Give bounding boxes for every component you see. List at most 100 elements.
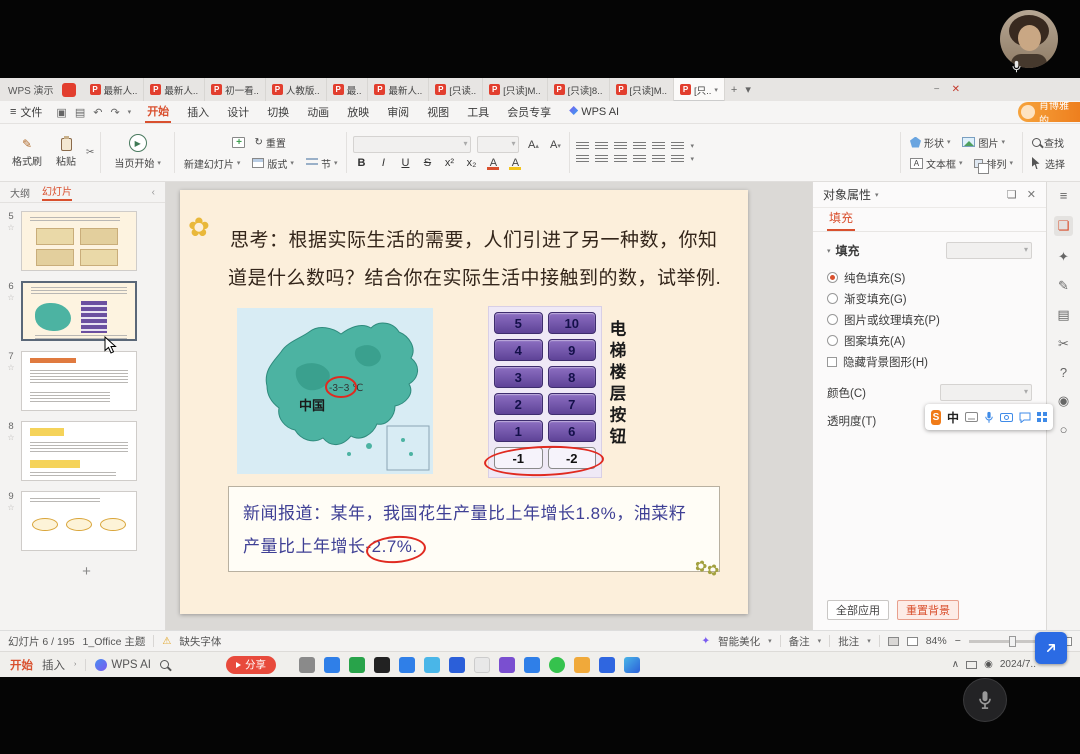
clock-date[interactable]: 2024/7..: [1000, 659, 1036, 670]
fill-preset-select[interactable]: [946, 242, 1032, 259]
rail-properties-icon[interactable]: ❏: [1054, 216, 1074, 236]
taskbar-app-icon[interactable]: [524, 657, 540, 673]
taskbar-search-icon[interactable]: [160, 660, 169, 669]
strikethrough-button[interactable]: S: [419, 157, 435, 169]
shapes-button[interactable]: 形状▾: [907, 134, 954, 151]
underline-button[interactable]: U: [397, 157, 413, 169]
taskbar-app-icon[interactable]: [424, 657, 440, 673]
tab-transition[interactable]: 切换: [265, 102, 291, 122]
redo-button[interactable]: ↷: [110, 106, 119, 119]
justify-icon[interactable]: [633, 155, 646, 164]
indent-increase-icon[interactable]: [633, 142, 646, 151]
apply-all-button[interactable]: 全部应用: [827, 600, 889, 620]
slide-6-thumbnail-selected[interactable]: [21, 281, 137, 341]
tab-wps-ai[interactable]: WPS AI: [567, 104, 621, 120]
tab-tools[interactable]: 工具: [465, 102, 491, 122]
format-painter-button[interactable]: ✎格式刷: [8, 136, 46, 169]
textbox-button[interactable]: A文本框▾: [907, 155, 966, 172]
option-solid-fill[interactable]: 纯色填充(S): [827, 267, 1032, 288]
taskbar-app-icon[interactable]: [574, 657, 590, 673]
italic-button[interactable]: I: [375, 157, 391, 169]
taskbar-app-icon[interactable]: [449, 657, 465, 673]
zoom-slider[interactable]: [969, 640, 1039, 643]
tab-insert[interactable]: 插入: [185, 102, 211, 122]
smart-beautify-button[interactable]: 智能美化: [718, 634, 760, 649]
pin-panel-icon[interactable]: ❏: [1007, 188, 1017, 201]
save-icon[interactable]: ▣: [56, 106, 66, 119]
close-panel-icon[interactable]: ✕: [1027, 188, 1036, 201]
highlight-color-button[interactable]: A: [507, 157, 523, 169]
add-slide-button[interactable]: +: [4, 561, 159, 580]
tab-home[interactable]: 开始: [145, 101, 171, 123]
document-tab-active[interactable]: P[只..▾: [674, 78, 725, 101]
select-button[interactable]: 选择: [1029, 155, 1068, 172]
taskbar-app-icon[interactable]: [499, 657, 515, 673]
wps-s-logo-icon[interactable]: S: [931, 410, 941, 425]
text-direction-icon[interactable]: [671, 155, 684, 164]
new-slide-button[interactable]: 新建幻灯片▾: [181, 155, 244, 172]
bullet-list-icon[interactable]: [576, 142, 589, 151]
share-button[interactable]: 分享: [226, 656, 276, 674]
line-spacing-icon[interactable]: [652, 142, 665, 151]
user-account-chip[interactable]: 肖博雅的..: [1018, 102, 1080, 122]
tab-slides[interactable]: 幻灯片: [42, 183, 72, 201]
rail-animation-icon[interactable]: ✦: [1058, 249, 1069, 265]
reset-background-button[interactable]: 重置背景: [897, 600, 959, 620]
document-tab[interactable]: P[只读]M..: [610, 78, 674, 101]
arrange-button[interactable]: 排列▾: [971, 155, 1016, 172]
missing-font-button[interactable]: 缺失字体: [179, 634, 221, 649]
file-menu[interactable]: ≡文件: [10, 104, 42, 120]
align-center-icon[interactable]: [595, 155, 608, 164]
new-tab-button[interactable]: +: [731, 84, 737, 96]
current-slide[interactable]: ✿ 思考：根据实际生活的需要，人们引进了另一种数，你知 道是什么数吗？结合你在实…: [180, 190, 748, 614]
tray-expand-icon[interactable]: ∧: [952, 659, 959, 670]
columns-icon[interactable]: [671, 142, 684, 151]
layout-button[interactable]: 版式▾: [249, 155, 297, 172]
document-tab[interactable]: P[只读]M..: [483, 78, 547, 101]
taskbar-app-icon[interactable]: [599, 657, 615, 673]
tab-member[interactable]: 会员专享: [505, 102, 553, 122]
zoom-out-button[interactable]: −: [955, 635, 961, 647]
tab-review[interactable]: 审阅: [385, 102, 411, 122]
paste-button[interactable]: 粘贴: [52, 137, 80, 169]
taskbar-app-icon[interactable]: [349, 657, 365, 673]
print-icon[interactable]: ▤: [75, 106, 85, 119]
bold-button[interactable]: B: [353, 157, 369, 169]
taskbar-insert-tab[interactable]: 插入: [42, 657, 65, 673]
taskbar-app-icon[interactable]: [299, 657, 315, 673]
document-tab[interactable]: P最新人..: [144, 78, 205, 101]
rail-clock-icon[interactable]: ○: [1060, 422, 1068, 437]
star-icon[interactable]: ☆: [7, 363, 14, 372]
rail-menu-icon[interactable]: ≡: [1060, 188, 1068, 203]
undo-button[interactable]: ↶: [93, 106, 102, 119]
color-select[interactable]: [940, 384, 1032, 401]
document-tab[interactable]: P[只读..: [429, 78, 483, 101]
option-gradient-fill[interactable]: 渐变填充(G): [827, 288, 1032, 309]
slide-9-thumbnail[interactable]: [21, 491, 137, 551]
fill-tab[interactable]: 填充: [827, 209, 855, 231]
present-share-button[interactable]: [1035, 632, 1067, 664]
document-tab[interactable]: P最..: [327, 78, 369, 101]
numbered-list-icon[interactable]: [595, 142, 608, 151]
star-icon[interactable]: ☆: [7, 503, 14, 512]
grid-tools-icon[interactable]: [1037, 412, 1047, 422]
volume-icon[interactable]: ◉: [984, 659, 993, 670]
increase-font-button[interactable]: A▴: [525, 139, 541, 151]
option-pattern-fill[interactable]: 图案填充(A): [827, 330, 1032, 351]
align-right-icon[interactable]: [614, 155, 627, 164]
document-tab[interactable]: P初一看..: [205, 78, 266, 101]
star-icon[interactable]: ☆: [7, 293, 14, 302]
slide-8-thumbnail[interactable]: [21, 421, 137, 481]
font-family-select[interactable]: [353, 136, 471, 153]
slide-5-thumbnail[interactable]: [21, 211, 137, 271]
star-icon[interactable]: ☆: [7, 223, 14, 232]
taskbar-wps-ai-button[interactable]: WPS AI: [95, 659, 151, 671]
option-hide-background[interactable]: 隐藏背景图形(H): [827, 351, 1032, 372]
section-button[interactable]: 节▾: [303, 155, 341, 172]
document-tab[interactable]: P最新人..: [84, 78, 145, 101]
document-tab[interactable]: P[只读]8..: [548, 78, 610, 101]
rail-cut-icon[interactable]: ✂: [1058, 336, 1069, 352]
display-icon[interactable]: [966, 661, 977, 669]
ime-language-button[interactable]: 中: [947, 409, 959, 426]
taskbar-app-icon[interactable]: [399, 657, 415, 673]
